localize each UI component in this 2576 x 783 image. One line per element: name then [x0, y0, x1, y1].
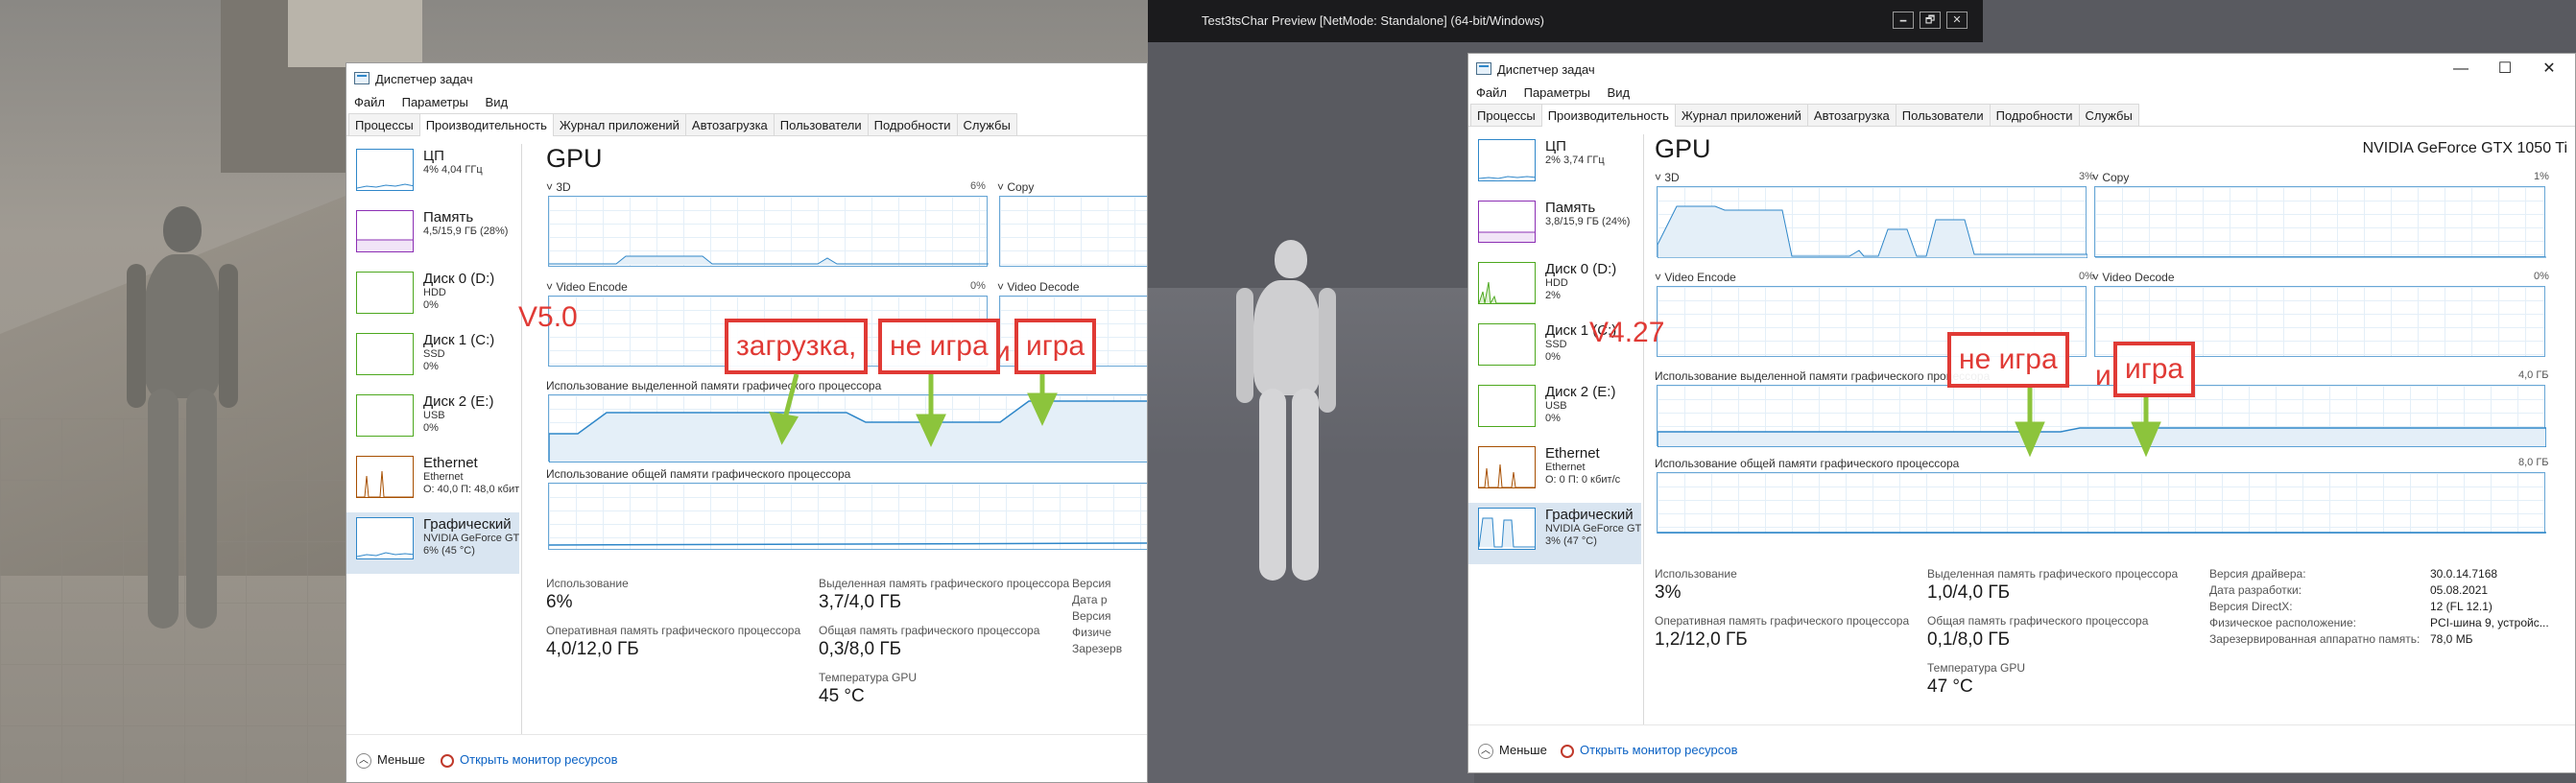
annotation-arrows — [769, 373, 2161, 458]
